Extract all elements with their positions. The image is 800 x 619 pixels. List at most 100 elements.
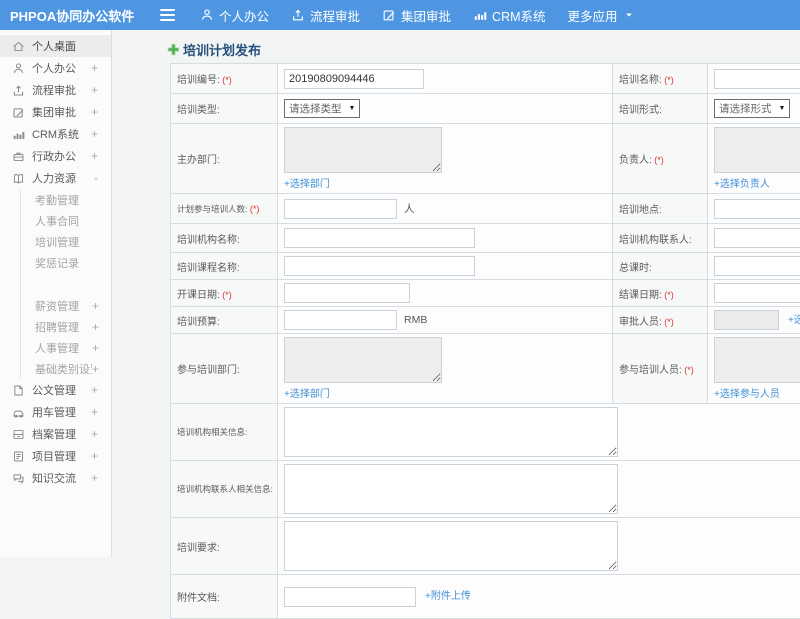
end_date-input[interactable] [714, 283, 800, 303]
archive-icon [12, 428, 25, 441]
field-label: 附件文档: [177, 593, 220, 604]
sidebar-item-label: 集团审批 [32, 104, 91, 120]
sidebar-item-9[interactable]: 培训管理 [20, 231, 111, 252]
upload-icon [291, 8, 305, 22]
leader-select-link[interactable]: +选择负责人 [714, 179, 770, 190]
training_type-select-value: 请选择类型 [289, 101, 342, 116]
topnav-item-label: 集团审批 [401, 6, 451, 25]
sidebar-item-12[interactable]: 招聘管理+ [20, 316, 111, 337]
field-label-cell: 计划参与培训人数: (*) [171, 194, 278, 224]
org_contact_info-textarea[interactable] [284, 464, 618, 514]
sidebar-item-16[interactable]: 用车管理+ [0, 401, 111, 423]
approver-input[interactable] [714, 310, 779, 330]
training_type-field-cell: 请选择类型▼ [278, 94, 613, 124]
attachment-input[interactable] [284, 587, 416, 607]
join_depts-select-link[interactable]: +选择部门 [284, 389, 330, 400]
doc-icon [12, 384, 25, 397]
collapse-minus-icon: - [94, 171, 98, 185]
org_info-textarea[interactable] [284, 407, 618, 457]
chart-icon [12, 128, 25, 141]
org_info-field-cell [278, 404, 800, 461]
sidebar-item-3[interactable]: 集团审批+ [0, 101, 111, 123]
sidebar-item-10[interactable]: 奖惩记录 [20, 252, 111, 273]
sidebar-item-13[interactable]: 人事管理+ [20, 337, 111, 358]
upload-icon [12, 84, 25, 97]
field-label: 培训机构名称: [177, 235, 240, 246]
join_members-select-link[interactable]: +选择参与人员 [714, 389, 780, 400]
topnav-item-0[interactable]: 个人办公 [189, 0, 280, 30]
budget-input[interactable] [284, 310, 397, 330]
host_dept-textarea[interactable] [284, 127, 442, 173]
hamburger-menu-icon[interactable] [160, 9, 175, 21]
field-label-cell: 参与培训部门: [171, 334, 278, 404]
sidebar-item-label: 薪资管理 [35, 298, 92, 314]
sidebar-item-8[interactable]: 人事合同 [20, 210, 111, 231]
sidebar-item-0[interactable]: 个人桌面 [0, 35, 111, 57]
field-label-cell: 附件文档: [171, 575, 278, 619]
leader-textarea[interactable] [714, 127, 800, 173]
page-title-text: 培训计划发布 [183, 40, 261, 59]
attachment-select-link[interactable]: +附件上传 [425, 591, 471, 602]
sidebar-item-2[interactable]: 流程审批+ [0, 79, 111, 101]
field-label: 培训要求: [177, 543, 220, 554]
total_hours-input[interactable] [714, 256, 800, 276]
field-label-cell: 培训机构相关信息: [171, 404, 278, 461]
sidebar-item-18[interactable]: 项目管理+ [0, 445, 111, 467]
start_date-input[interactable] [284, 283, 410, 303]
sidebar-item-4[interactable]: CRM系统+ [0, 123, 111, 145]
field-label-cell: 培训机构联系人: [613, 224, 708, 253]
sidebar-item-7[interactable]: 考勤管理 [20, 189, 111, 210]
training_type-select[interactable]: 请选择类型▼ [284, 99, 360, 118]
sidebar-item-label: 流程审批 [32, 82, 91, 98]
topnav-item-label: 更多应用 [568, 6, 618, 25]
field-label: 开课日期: [177, 290, 220, 301]
org_contact-input[interactable] [714, 228, 800, 248]
sidebar-item-15[interactable]: 公文管理+ [0, 379, 111, 401]
join_depts-link-row: +选择部门 [284, 385, 606, 400]
expand-plus-icon: + [92, 341, 99, 355]
user-icon [12, 62, 25, 75]
sidebar-item-5[interactable]: 行政办公+ [0, 145, 111, 167]
expand-plus-icon: + [91, 427, 98, 441]
topnav-item-2[interactable]: 集团审批 [371, 0, 462, 30]
form-row-12: 附件文档: +附件上传 [171, 575, 800, 619]
field-label-cell: 审批人员: (*) [613, 307, 708, 334]
start_date-field-cell [278, 280, 613, 307]
course_name-input[interactable] [284, 256, 475, 276]
topnav-item-1[interactable]: 流程审批 [280, 0, 371, 30]
host_dept-select-link[interactable]: +选择部门 [284, 179, 330, 190]
planned_count-input[interactable] [284, 199, 397, 219]
form-row-1: 培训类型:请选择类型▼培训形式:请选择形式▼ [171, 94, 800, 124]
join_members-textarea[interactable] [714, 337, 800, 383]
sidebar-item-14[interactable]: 基础类别设置+ [20, 358, 111, 379]
topnav-item-4[interactable]: 更多应用 [557, 0, 645, 30]
sidebar-item-19[interactable]: 知识交流+ [0, 467, 111, 489]
required-marker: (*) [220, 75, 232, 85]
sidebar-item-label: 奖惩记录 [35, 255, 111, 271]
field-label-cell: 培训名称: (*) [613, 64, 708, 94]
sidebar-item-1[interactable]: 个人办公+ [0, 57, 111, 79]
location-input[interactable] [714, 199, 800, 219]
host_dept-link-row: +选择部门 [284, 175, 606, 190]
sidebar-item-17[interactable]: 档案管理+ [0, 423, 111, 445]
sidebar-item-label: 基础类别设置 [35, 361, 92, 377]
requirements-textarea[interactable] [284, 521, 618, 571]
field-label: 参与培训人员: [619, 365, 682, 376]
training_no-input[interactable] [284, 69, 424, 89]
expand-plus-icon: + [91, 149, 98, 163]
form-row-8: 参与培训部门:+选择部门参与培训人员: (*)+选择参与人员 [171, 334, 800, 404]
join_depts-textarea[interactable] [284, 337, 442, 383]
field-label-cell: 培训编号: (*) [171, 64, 278, 94]
expand-plus-icon: + [91, 61, 98, 75]
approver-select-link[interactable]: +选择审批人员 [788, 315, 800, 326]
field-label-cell: 负责人: (*) [613, 124, 708, 194]
training_form-select[interactable]: 请选择形式▼ [714, 99, 790, 118]
field-label: 培训形式: [619, 105, 662, 116]
sidebar-item-6[interactable]: 人力资源- [0, 167, 111, 189]
leader-link-row: +选择负责人 [714, 175, 800, 190]
sidebar-item-11[interactable]: 薪资管理+ [20, 273, 111, 316]
training_name-input[interactable] [714, 69, 800, 89]
org_name-input[interactable] [284, 228, 475, 248]
topnav-item-3[interactable]: CRM系统 [462, 0, 556, 30]
host_dept-field-cell: +选择部门 [278, 124, 613, 194]
